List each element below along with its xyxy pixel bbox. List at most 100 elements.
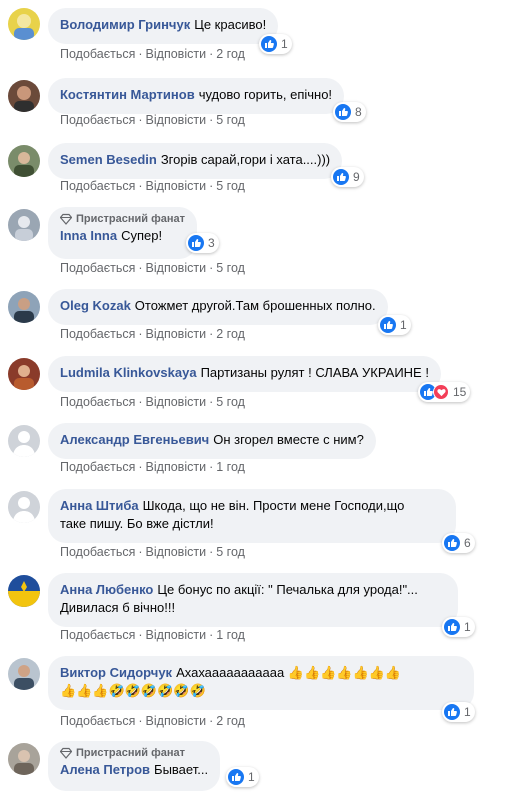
reply-link[interactable]: Відповісти <box>146 113 207 127</box>
separator: · <box>209 395 214 409</box>
reply-link[interactable]: Відповісти <box>146 261 207 275</box>
reaction-count: 8 <box>355 105 362 119</box>
reaction-summary[interactable]: 8 <box>333 102 366 122</box>
comment-bubble: Ludmila Klinkovskaya Партизаны рулят ! СЛ… <box>48 356 441 392</box>
reaction-summary[interactable]: 1 <box>442 617 475 637</box>
separator: · <box>138 179 143 193</box>
comment-actions: Подобається · Відповісти · 1 год <box>60 627 245 643</box>
avatar[interactable] <box>8 743 40 775</box>
comment-text: Отожмет другой.Там брошенных полно. <box>134 298 376 313</box>
avatar[interactable] <box>8 291 40 323</box>
comment-author[interactable]: Костянтин Мартинов <box>60 87 195 102</box>
comment-bubble: Анна Штиба Шкода, що не він. Прости мене … <box>48 489 456 543</box>
comment-actions: Подобається · Відповісти · 5 год <box>60 112 245 128</box>
comment-time[interactable]: 2 год <box>216 327 245 341</box>
reaction-summary[interactable]: 9 <box>331 167 364 187</box>
reply-link[interactable]: Відповісти <box>146 395 207 409</box>
reply-link[interactable]: Відповісти <box>146 460 207 474</box>
comment-author[interactable]: Володимир Гринчук <box>60 17 190 32</box>
reaction-count: 1 <box>281 37 288 51</box>
comment-author[interactable]: Александр Евгеньевич <box>60 432 209 447</box>
comment-actions: Подобається · Відповісти · 2 год <box>60 46 245 62</box>
separator: · <box>209 714 214 728</box>
comment-text: Згорів сарай,гори і хата....))) <box>160 152 331 167</box>
comment-bubble: Володимир Гринчук Це красиво! <box>48 8 279 44</box>
like-icon <box>333 169 349 185</box>
avatar[interactable] <box>8 145 40 177</box>
avatar[interactable] <box>8 209 40 241</box>
comment-text: Шкода, що не він. Прости мене Господи,що <box>142 498 405 513</box>
comment-text: Це красиво! <box>194 17 267 32</box>
reaction-summary[interactable]: 1 <box>378 315 411 335</box>
comment-time[interactable]: 5 год <box>216 179 245 193</box>
comment-author[interactable]: Ludmila Klinkovskaya <box>60 365 197 380</box>
comment-author[interactable]: Semen Besedin <box>60 152 157 167</box>
reaction-summary[interactable]: 15 <box>418 382 471 402</box>
comment-author[interactable]: Анна Штиба <box>60 498 139 513</box>
avatar[interactable] <box>8 8 40 40</box>
reply-link[interactable]: Відповісти <box>146 714 207 728</box>
top-fan-badge: Пристрасний фанат <box>60 212 185 226</box>
comment-author[interactable]: Анна Любенко <box>60 582 153 597</box>
comment-time[interactable]: 2 год <box>216 714 245 728</box>
comment-time[interactable]: 5 год <box>216 395 245 409</box>
comment-time[interactable]: 5 год <box>216 261 245 275</box>
comment-time[interactable]: 5 год <box>216 545 245 559</box>
reply-link[interactable]: Відповісти <box>146 545 207 559</box>
avatar[interactable] <box>8 425 40 457</box>
avatar[interactable] <box>8 80 40 112</box>
reaction-summary[interactable]: 1 <box>442 702 475 722</box>
comment-actions: Подобається · Відповісти · 2 год <box>60 713 245 729</box>
separator: · <box>209 261 214 275</box>
avatar[interactable] <box>8 575 40 607</box>
reaction-count: 1 <box>400 318 407 332</box>
like-link[interactable]: Подобається <box>60 395 135 409</box>
comment-author[interactable]: Алена Петров <box>60 762 150 777</box>
top-fan-badge: Пристрасний фанат <box>60 746 208 760</box>
comment-actions: Подобається · Відповісти · 5 год <box>60 178 245 194</box>
like-link[interactable]: Подобається <box>60 261 135 275</box>
like-link[interactable]: Подобається <box>60 179 135 193</box>
reply-link[interactable]: Відповісти <box>146 47 207 61</box>
separator: · <box>209 327 214 341</box>
like-link[interactable]: Подобається <box>60 327 135 341</box>
reply-link[interactable]: Відповісти <box>146 327 207 341</box>
like-link[interactable]: Подобається <box>60 545 135 559</box>
like-link[interactable]: Подобається <box>60 113 135 127</box>
reaction-count: 1 <box>464 620 471 634</box>
avatar[interactable] <box>8 658 40 690</box>
like-icon <box>444 535 460 551</box>
comment-time[interactable]: 2 год <box>216 47 245 61</box>
reaction-summary[interactable]: 1 <box>226 767 259 787</box>
like-link[interactable]: Подобається <box>60 714 135 728</box>
comment-author[interactable]: Виктор Сидорчук <box>60 665 172 680</box>
reaction-count: 1 <box>248 770 255 784</box>
badge-label: Пристрасний фанат <box>76 213 185 225</box>
reaction-summary[interactable]: 3 <box>186 233 219 253</box>
badge-label: Пристрасний фанат <box>76 747 185 759</box>
like-link[interactable]: Подобається <box>60 460 135 474</box>
comment-text: Ахахааааааааааа 👍👍👍👍👍👍👍 <box>176 665 402 680</box>
comment-bubble: Анна Любенко Це бонус по акції: " Печальк… <box>48 573 458 627</box>
like-link[interactable]: Подобається <box>60 47 135 61</box>
like-icon <box>228 769 244 785</box>
comment-time[interactable]: 1 год <box>216 628 245 642</box>
comment-text-continued: 👍👍👍🤣🤣🤣🤣🤣🤣 <box>60 683 206 698</box>
like-link[interactable]: Подобається <box>60 628 135 642</box>
comment-author[interactable]: Oleg Kozak <box>60 298 131 313</box>
comment-time[interactable]: 5 год <box>216 113 245 127</box>
reply-link[interactable]: Відповісти <box>146 179 207 193</box>
avatar[interactable] <box>8 358 40 390</box>
reaction-summary[interactable]: 6 <box>442 533 475 553</box>
comment-time[interactable]: 1 год <box>216 460 245 474</box>
like-icon <box>444 704 460 720</box>
reply-link[interactable]: Відповісти <box>146 628 207 642</box>
comment-bubble: Александр Евгеньевич Он згорел вместе с н… <box>48 423 376 459</box>
avatar[interactable] <box>8 491 40 523</box>
reaction-count: 15 <box>453 385 467 399</box>
reaction-summary[interactable]: 1 <box>259 34 292 54</box>
comment-text: Он згорел вместе с ним? <box>213 432 364 447</box>
comment-actions: Подобається · Відповісти · 5 год <box>60 544 245 560</box>
comment-author[interactable]: Inna Inna <box>60 228 117 243</box>
separator: · <box>138 113 143 127</box>
